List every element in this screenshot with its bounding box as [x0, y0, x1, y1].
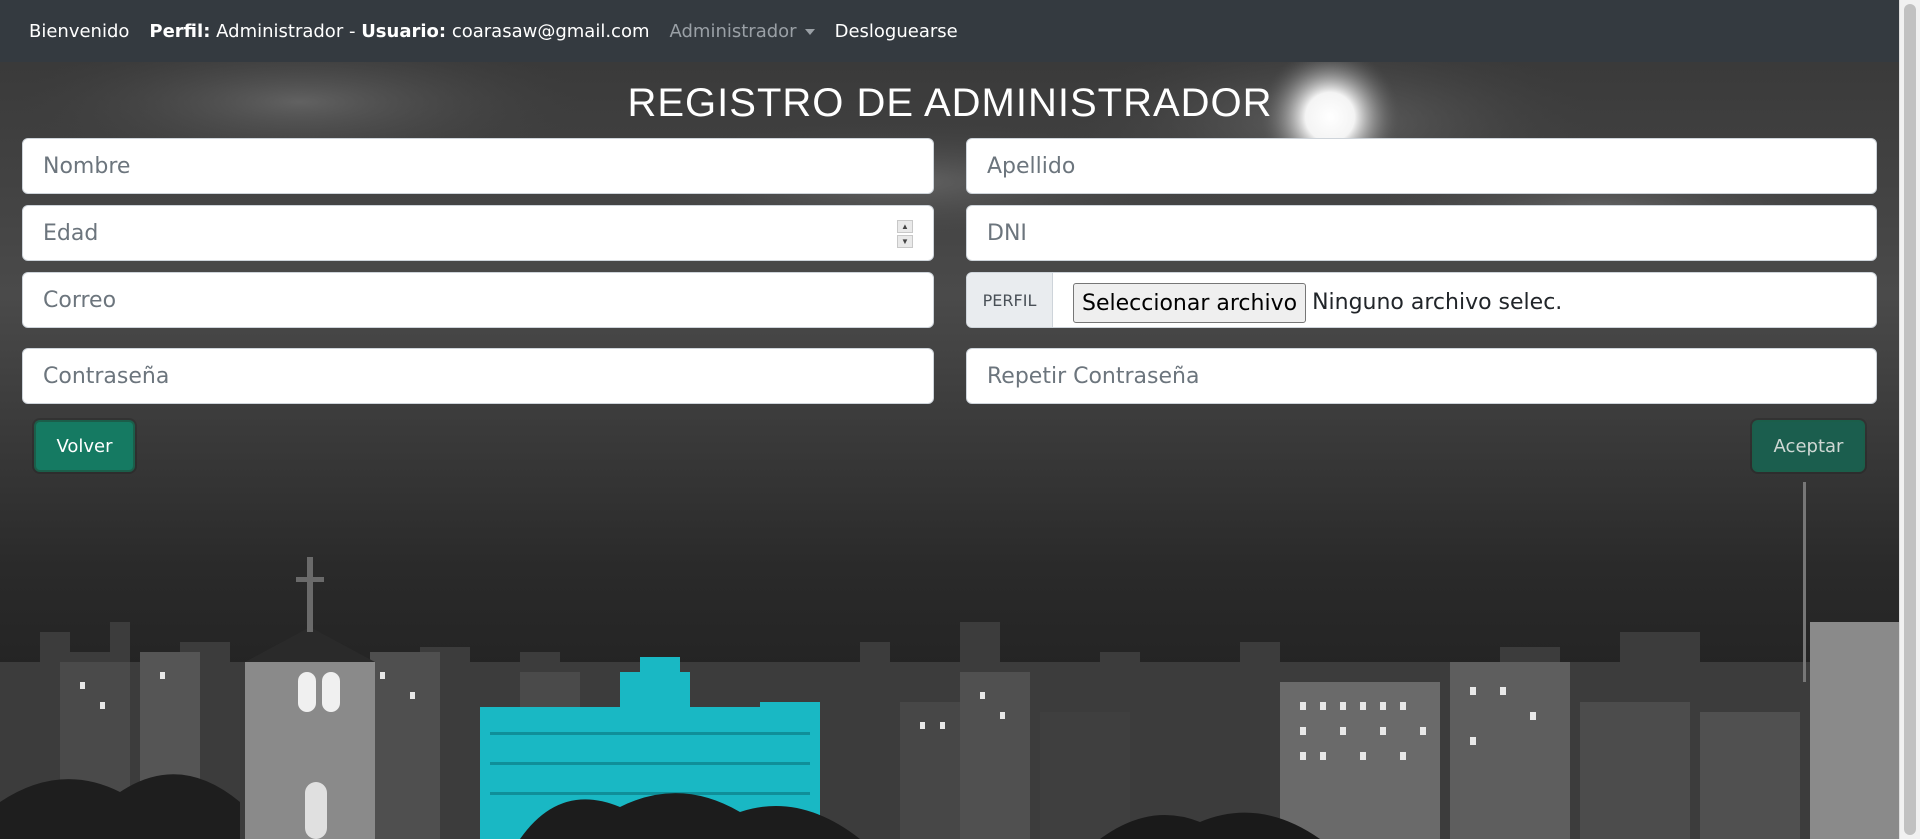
- user-info: Perfil: Administrador - Usuario: coarasa…: [149, 21, 649, 42]
- dni-field[interactable]: [966, 205, 1877, 261]
- user-email: coarasaw@gmail.com: [451, 20, 650, 42]
- registration-form: REGISTRO DE ADMINISTRADOR ▲ ▼ PERFIL Sel…: [0, 62, 1900, 472]
- edad-stepper[interactable]: ▲ ▼: [897, 220, 913, 248]
- profile-value: Administrador: [216, 20, 344, 42]
- user-label: Usuario:: [361, 20, 447, 42]
- profile-label: Perfil:: [149, 20, 211, 42]
- dni-input[interactable]: [967, 206, 1876, 260]
- nombre-field[interactable]: [22, 138, 934, 194]
- stepper-up-icon[interactable]: ▲: [897, 220, 913, 233]
- welcome-link[interactable]: Bienvenido: [29, 21, 129, 42]
- page-scrollbar[interactable]: [1899, 0, 1920, 839]
- repeat-password-field[interactable]: [966, 348, 1877, 404]
- back-button[interactable]: Volver: [34, 420, 135, 472]
- page-title: REGISTRO DE ADMINISTRADOR: [627, 81, 1273, 125]
- correo-input[interactable]: [23, 273, 933, 327]
- admin-dropdown-label: Administrador: [669, 20, 797, 42]
- admin-dropdown[interactable]: Administrador: [670, 21, 815, 42]
- logout-link[interactable]: Desloguearse: [835, 21, 958, 42]
- accept-button[interactable]: Aceptar: [1752, 420, 1865, 472]
- password-input[interactable]: [23, 349, 933, 403]
- stepper-down-icon[interactable]: ▼: [897, 235, 913, 248]
- file-status-text: Ninguno archivo selec.: [1312, 289, 1563, 315]
- apellido-input[interactable]: [967, 139, 1876, 193]
- edad-field[interactable]: ▲ ▼: [22, 205, 934, 261]
- file-select-button[interactable]: Seleccionar archivo: [1073, 283, 1307, 323]
- nombre-input[interactable]: [23, 139, 933, 193]
- scrollbar-thumb[interactable]: [1904, 4, 1916, 835]
- perfil-label: PERFIL: [967, 273, 1053, 327]
- apellido-field[interactable]: [966, 138, 1877, 194]
- top-navbar: Bienvenido Perfil: Administrador - Usuar…: [0, 0, 1900, 62]
- correo-field[interactable]: [22, 272, 934, 328]
- chevron-down-icon: [804, 28, 815, 35]
- perfil-file-field: PERFIL Seleccionar archivo Ninguno archi…: [966, 272, 1877, 328]
- info-separator: -: [348, 20, 356, 42]
- password-field[interactable]: [22, 348, 934, 404]
- edad-input[interactable]: [23, 206, 933, 260]
- repeat-password-input[interactable]: [967, 349, 1876, 403]
